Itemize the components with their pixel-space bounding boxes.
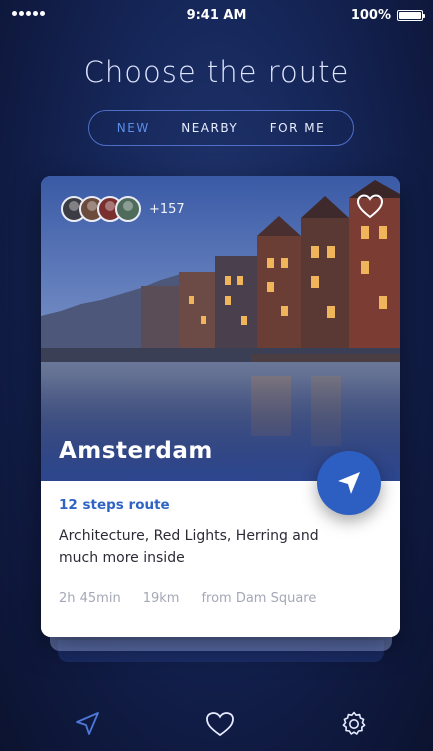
route-start: from Dam Square <box>201 591 317 606</box>
tab-for-me[interactable]: FOR ME <box>270 121 325 135</box>
status-bar: 9:41 AM 100% <box>0 0 433 34</box>
route-filter-tabs: NEW NEARBY FOR ME <box>88 110 354 146</box>
page-title: Choose the route <box>83 55 350 89</box>
tab-new[interactable]: NEW <box>117 121 150 135</box>
tab-routes-navigation-icon[interactable] <box>74 710 102 738</box>
route-meta: 2h 45min 19km from Dam Square <box>59 591 316 606</box>
city-name: Amsterdam <box>59 438 213 464</box>
start-route-button[interactable] <box>317 451 381 515</box>
avatar <box>115 196 141 222</box>
route-card[interactable]: +157 Amsterdam 12 steps route Architectu… <box>41 176 400 637</box>
tab-settings-gear-icon[interactable] <box>340 710 368 738</box>
battery-percentage: 100% <box>350 8 391 23</box>
tab-nearby[interactable]: NEARBY <box>181 121 238 135</box>
route-distance: 19km <box>142 591 180 606</box>
battery-icon <box>397 10 425 21</box>
bottom-tab-bar <box>0 700 433 751</box>
route-steps: 12 steps route <box>59 497 170 513</box>
tab-favorites-heart-icon[interactable] <box>205 710 234 738</box>
route-screen: 9:41 AM 100% Choose the route NEW NEARBY… <box>0 0 433 751</box>
favorite-heart-icon[interactable] <box>356 193 384 219</box>
navigation-arrow-icon <box>338 472 360 494</box>
route-duration: 2h 45min <box>59 591 121 606</box>
route-description: Architecture, Red Lights, Herring and mu… <box>59 528 319 566</box>
participant-avatars[interactable]: +157 <box>61 196 185 222</box>
participants-count: +157 <box>149 201 185 217</box>
